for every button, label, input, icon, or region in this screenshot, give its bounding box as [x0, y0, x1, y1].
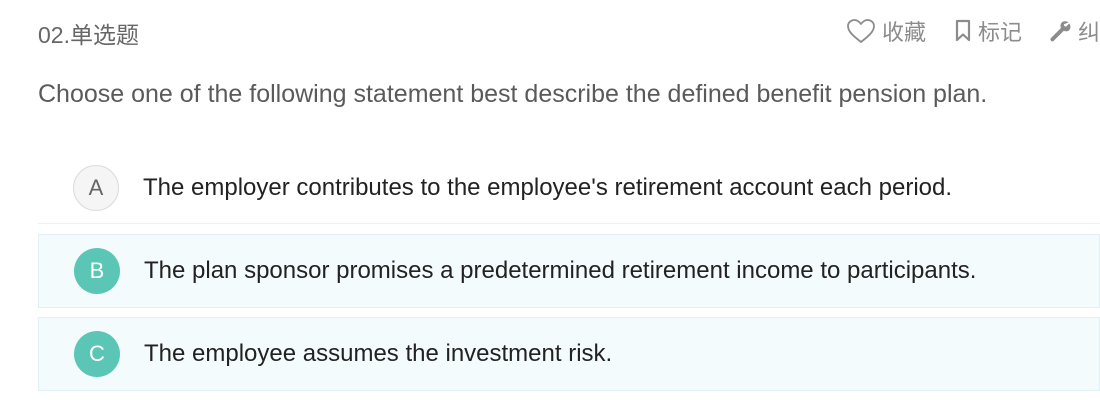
question-number: 02.单选题 — [38, 22, 139, 48]
favorite-label: 收藏 — [881, 20, 926, 45]
option-b[interactable]: B The plan sponsor promises a predetermi… — [38, 234, 1100, 308]
wrench-icon — [1048, 19, 1072, 43]
mark-button[interactable]: 标记 — [954, 15, 1022, 47]
mark-label: 标记 — [977, 20, 1022, 45]
question-actions: 收藏 标记 纠 — [846, 14, 1100, 48]
correction-button[interactable]: 纠 — [1048, 15, 1100, 47]
favorite-button[interactable]: 收藏 — [846, 15, 926, 47]
bookmark-icon — [954, 19, 972, 43]
option-a-text[interactable]: The employer contributes to the employee… — [143, 174, 952, 202]
option-b-text[interactable]: The plan sponsor promises a predetermine… — [144, 257, 976, 285]
question-text: Choose one of the following statement be… — [38, 80, 988, 108]
option-a[interactable]: A The employer contributes to the employ… — [38, 152, 1100, 224]
correction-label: 纠 — [1078, 20, 1100, 45]
question-header: 02.单选题 收藏 标记 纠 — [38, 14, 1100, 48]
option-a-badge[interactable]: A — [73, 164, 119, 211]
option-c[interactable]: C The employee assumes the investment ri… — [38, 317, 1100, 391]
option-c-badge[interactable]: C — [74, 331, 120, 377]
heart-outline-icon — [846, 18, 876, 44]
option-c-text[interactable]: The employee assumes the investment risk… — [144, 340, 612, 368]
option-b-badge[interactable]: B — [74, 248, 120, 294]
